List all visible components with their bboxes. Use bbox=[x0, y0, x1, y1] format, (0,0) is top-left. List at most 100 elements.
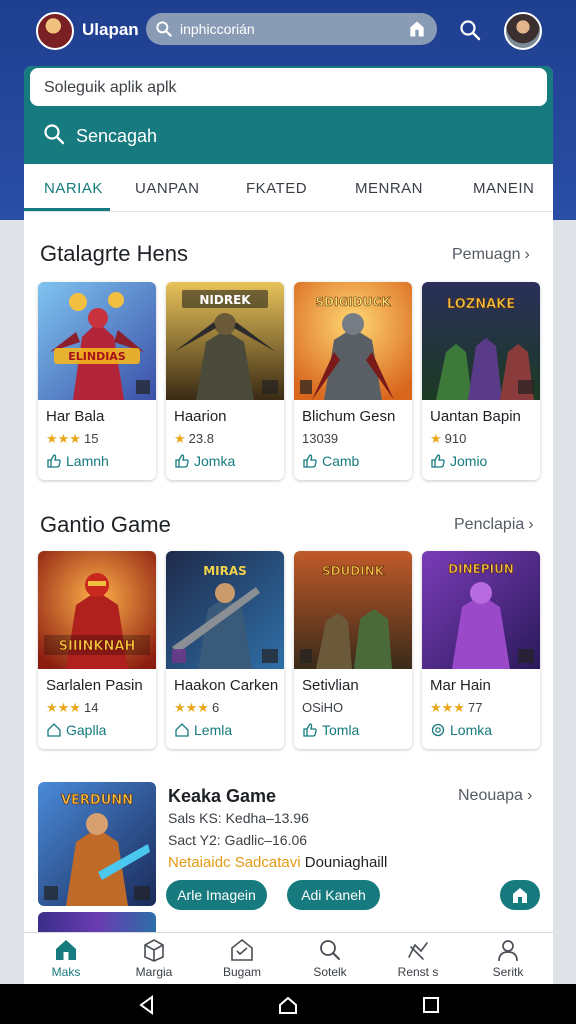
store-icon bbox=[231, 938, 253, 961]
user-avatar[interactable] bbox=[504, 12, 542, 50]
see-more-label: Neouapa bbox=[458, 787, 523, 804]
game-name: Haakon Carken bbox=[174, 677, 279, 694]
nav-label: Margia bbox=[135, 965, 173, 979]
search-icon[interactable] bbox=[458, 18, 482, 42]
game-card[interactable]: ELINDIAS Har Bala ★★★ 15 Lamnh bbox=[38, 282, 156, 480]
card-action-button[interactable]: Lemla bbox=[174, 722, 232, 738]
star-rating-icon: ★ bbox=[174, 431, 186, 446]
card-action-label: Jomio bbox=[450, 453, 488, 469]
featured-thumbnail[interactable]: VERDUNN bbox=[38, 782, 156, 906]
see-more-link[interactable]: Pemuagn › bbox=[452, 246, 530, 264]
game-art-image: LOZNAKE bbox=[422, 282, 540, 400]
game-art-title: SDIGIDUCK bbox=[315, 295, 391, 309]
search-input[interactable]: Soleguik aplik aplk bbox=[30, 68, 547, 106]
card-action-label: Gaplla bbox=[66, 722, 107, 738]
game-art-title: LOZNAKE bbox=[447, 297, 515, 312]
see-more-label: Penclapia bbox=[454, 516, 525, 533]
home-icon bbox=[175, 723, 189, 737]
card-action-button[interactable]: Jomio bbox=[430, 453, 487, 469]
top-search-bar[interactable]: inphiccorián bbox=[146, 13, 437, 45]
game-thumbnail: DINEPIUN bbox=[422, 551, 540, 669]
system-nav-bar bbox=[0, 984, 576, 1024]
featured-button-secondary[interactable]: Adi Kaneh bbox=[287, 880, 380, 910]
main-panel: Soleguik aplik aplk Sencagah NARIAK UANP… bbox=[24, 66, 553, 984]
app-avatar[interactable] bbox=[36, 12, 74, 50]
game-card[interactable]: SDUDINK Setivlian OSiHO Tomla bbox=[294, 551, 412, 749]
see-more-link[interactable]: Penclapia › bbox=[454, 516, 534, 534]
featured-art-image: VERDUNN bbox=[38, 782, 156, 906]
game-art-image: MIRAS bbox=[166, 551, 284, 669]
search-icon bbox=[320, 940, 340, 960]
nav-label: Sotelk bbox=[313, 965, 347, 979]
nav-maks[interactable]: Maks bbox=[36, 937, 96, 979]
game-art-title: DINEPIUN bbox=[448, 562, 514, 576]
rating-value: 23.8 bbox=[188, 431, 214, 446]
box-icon bbox=[144, 939, 164, 962]
game-rating: 13039 bbox=[302, 431, 338, 446]
section-title: Gtalagrte Hens bbox=[40, 241, 188, 266]
game-name: Haarion bbox=[174, 408, 227, 425]
rating-value: 77 bbox=[467, 700, 483, 715]
game-rating: ★★★ 15 bbox=[46, 431, 98, 447]
nav-bugam[interactable]: Bugam bbox=[212, 937, 272, 979]
game-card[interactable]: SIIINKNAH Sarlalen Pasin ★★★ 14 Gaplla bbox=[38, 551, 156, 749]
game-thumbnail: NIDREK bbox=[166, 282, 284, 400]
featured-highlight: Netaiaidc Sadcatavi Douniaghaill bbox=[168, 854, 387, 871]
nav-sotelk[interactable]: Sotelk bbox=[300, 937, 360, 979]
game-card[interactable]: NIDREK Haarion ★ 23.8 Jomka bbox=[166, 282, 284, 480]
recents-icon[interactable] bbox=[420, 994, 442, 1016]
bottom-navigation: Maks Margia Bugam Sotelk Renst s Seritk bbox=[24, 932, 553, 984]
game-rating: ★ 910 bbox=[430, 431, 466, 447]
app-brand: Ulapan bbox=[82, 20, 139, 39]
nav-label: Bugam bbox=[222, 965, 262, 979]
search-icon bbox=[156, 21, 172, 37]
game-art-title: MIRAS bbox=[203, 564, 247, 578]
thumbs-up-icon bbox=[303, 454, 317, 468]
rating-value: 13039 bbox=[302, 431, 339, 446]
featured-stat: Sals KS: Kedha–13.96 bbox=[168, 810, 309, 826]
game-art-title: SIIINKNAH bbox=[59, 639, 136, 654]
tab-menran[interactable]: MENRAN bbox=[355, 180, 423, 197]
gear-icon bbox=[431, 723, 445, 737]
card-action-label: Lomka bbox=[450, 722, 493, 738]
section-title: Gantio Game bbox=[40, 512, 171, 537]
thumbs-up-icon bbox=[303, 723, 317, 737]
nav-seritk[interactable]: Seritk bbox=[478, 937, 538, 979]
featured-art-title: VERDUNN bbox=[61, 793, 133, 808]
game-card[interactable]: LOZNAKE Uantan Bapin ★ 910 Jomio bbox=[422, 282, 540, 480]
tab-nariak[interactable]: NARIAK bbox=[44, 180, 103, 197]
game-card[interactable]: SDIGIDUCK Blichum Gesn 13039 Camb bbox=[294, 282, 412, 480]
card-action-label: Camb bbox=[322, 453, 360, 469]
card-action-button[interactable]: Tomla bbox=[302, 722, 359, 738]
game-art-image: SIIINKNAH bbox=[38, 551, 156, 669]
tab-fkated[interactable]: FKATED bbox=[246, 180, 307, 197]
card-action-button[interactable]: Jomka bbox=[174, 453, 235, 469]
home-icon[interactable] bbox=[277, 994, 299, 1016]
game-card[interactable]: MIRAS Haakon Carken ★★★ 6 Lemla bbox=[166, 551, 284, 749]
card-action-button[interactable]: Lomka bbox=[430, 722, 492, 738]
game-art-image: ELINDIAS bbox=[38, 282, 156, 400]
card-action-button[interactable]: Lamnh bbox=[46, 453, 109, 469]
game-name: Blichum Gesn bbox=[302, 408, 396, 425]
game-rating: ★★★ 6 bbox=[174, 700, 219, 716]
game-thumbnail: SDIGIDUCK bbox=[294, 282, 412, 400]
see-more-link[interactable]: Neouapa › bbox=[458, 787, 532, 805]
tab-manein[interactable]: MANEIN bbox=[473, 180, 534, 197]
featured-button-primary[interactable]: Arle Imagein bbox=[166, 880, 267, 910]
store-icon[interactable] bbox=[407, 19, 427, 39]
search-bar-label[interactable]: Sencagah bbox=[76, 126, 157, 147]
tab-uanpan[interactable]: UANPAN bbox=[135, 180, 199, 197]
back-icon[interactable] bbox=[136, 994, 158, 1016]
store-button[interactable] bbox=[500, 880, 540, 910]
rating-value: 14 bbox=[83, 700, 99, 715]
card-action-button[interactable]: Gaplla bbox=[46, 722, 106, 738]
game-rating: ★★★ 14 bbox=[46, 700, 98, 716]
nav-margia[interactable]: Margia bbox=[124, 937, 184, 979]
nav-label: Renst s bbox=[397, 965, 439, 979]
nav-renst[interactable]: Renst s bbox=[388, 937, 448, 979]
card-action-button[interactable]: Camb bbox=[302, 453, 359, 469]
star-rating-icon: ★★★ bbox=[430, 700, 465, 715]
game-card[interactable]: DINEPIUN Mar Hain ★★★ 77 Lomka bbox=[422, 551, 540, 749]
home-icon bbox=[47, 723, 61, 737]
category-tabs: NARIAK UANPAN FKATED MENRAN MANEIN bbox=[24, 164, 553, 212]
